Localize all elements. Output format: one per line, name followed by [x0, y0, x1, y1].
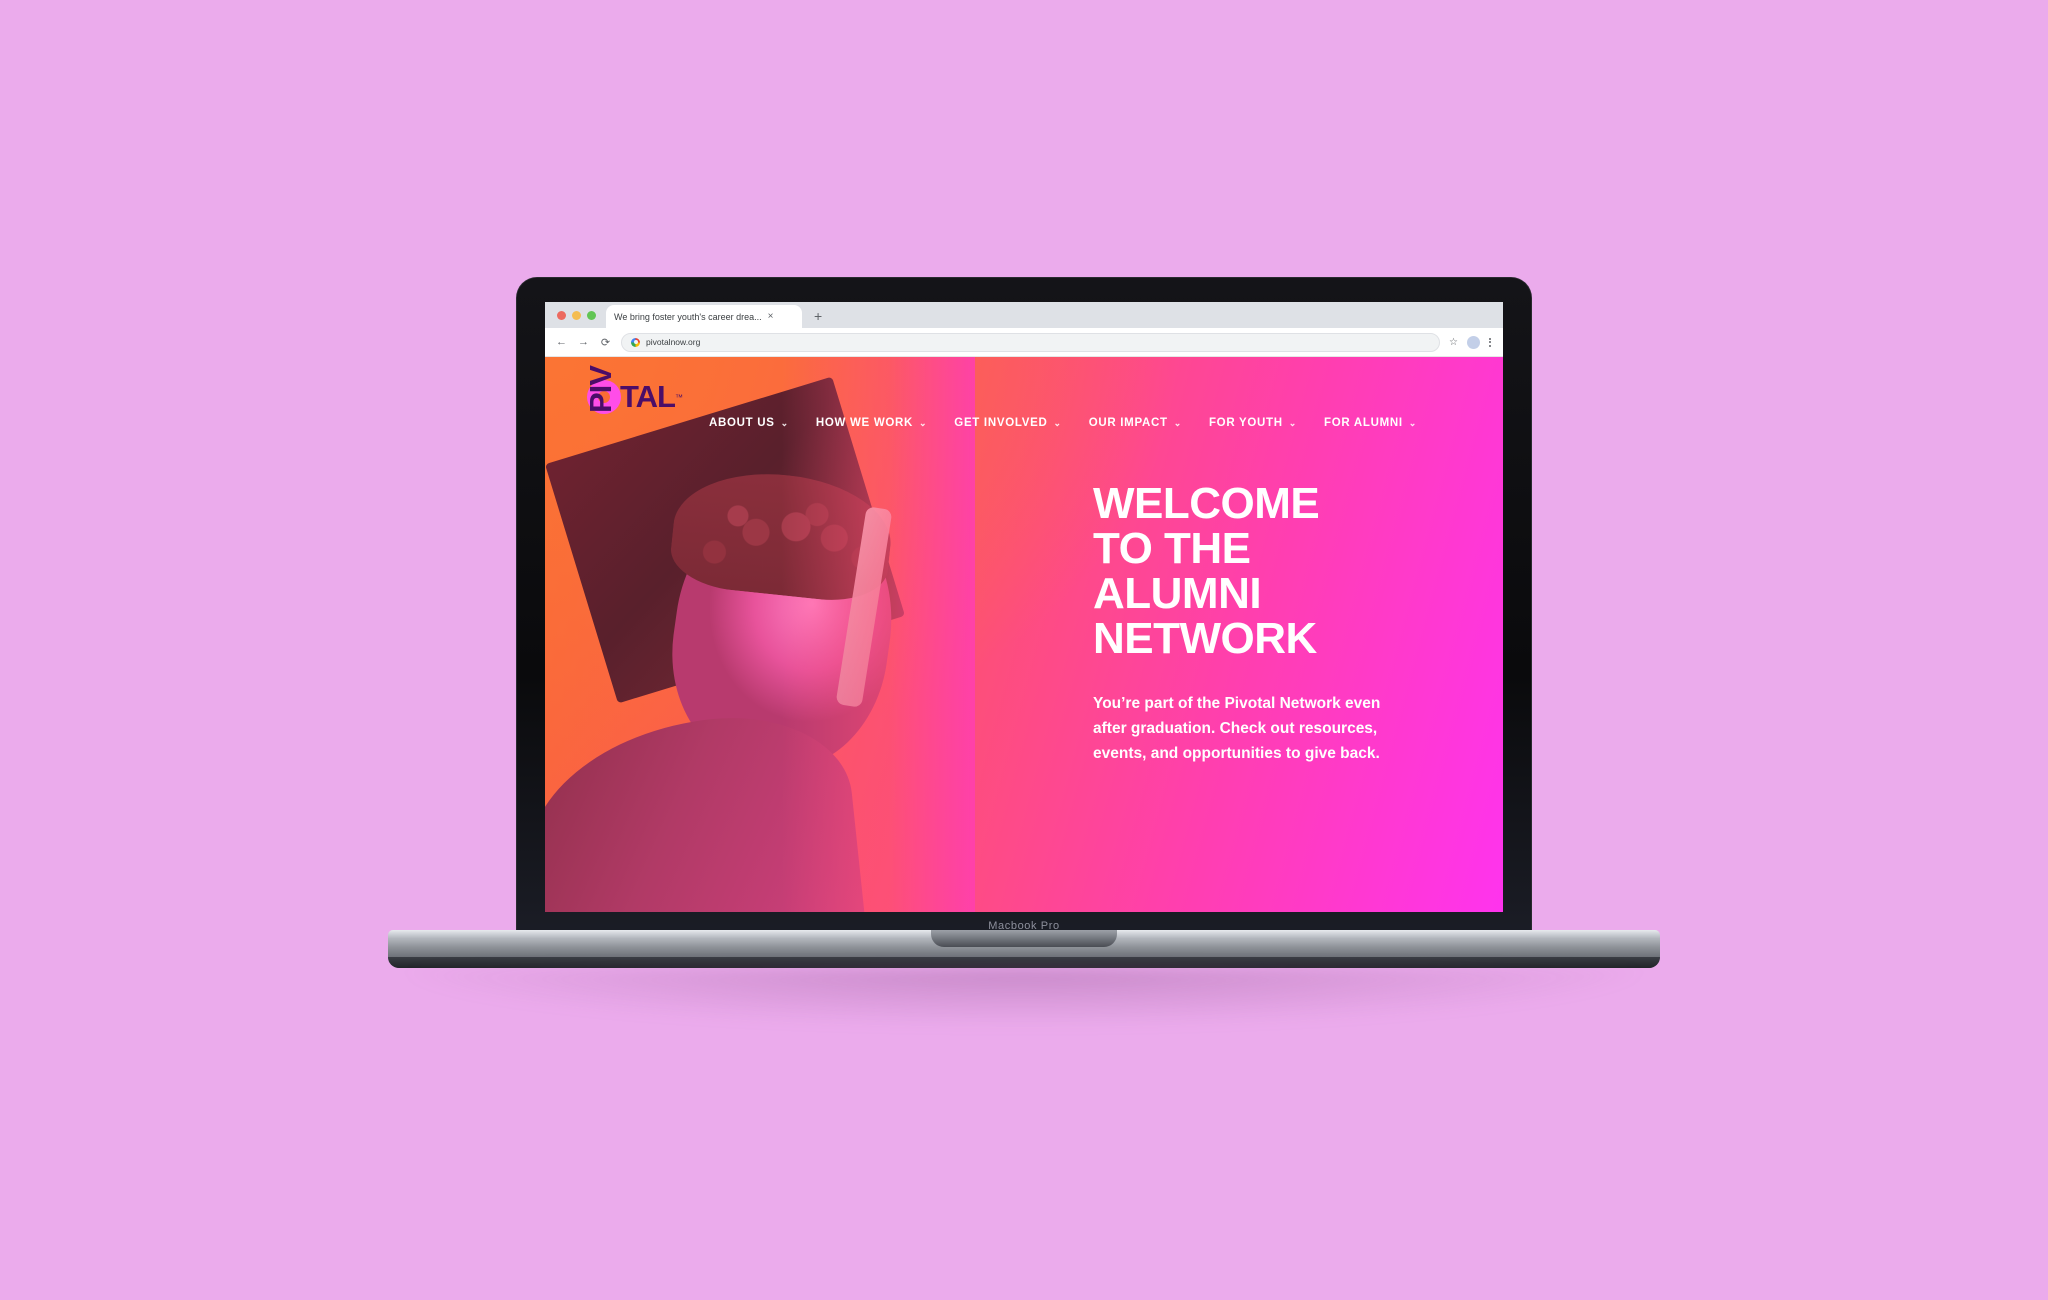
chevron-down-icon: ⌄	[919, 417, 928, 428]
nav-item-get-involved[interactable]: GET INVOLVED ⌄	[954, 417, 1061, 429]
window-controls	[553, 302, 606, 328]
back-icon[interactable]: ←	[555, 336, 568, 348]
headline-line-4: NETWORK	[1093, 614, 1317, 663]
headline-line-3: ALUMNI	[1093, 569, 1262, 618]
nav-menu: ABOUT US ⌄ HOW WE WORK ⌄ GET INVOLVED ⌄	[709, 413, 1417, 429]
browser-tab-bar: We bring foster youth's career drea... ×…	[545, 302, 1503, 328]
chevron-down-icon: ⌄	[1408, 417, 1418, 428]
laptop-shadow	[407, 968, 1641, 1026]
google-g-icon	[631, 337, 640, 347]
headline-line-1: WELCOME	[1093, 479, 1320, 528]
nav-label: OUR IMPACT	[1088, 417, 1168, 429]
laptop-mockup: We bring foster youth's career drea... ×…	[388, 278, 1660, 1026]
nav-label: GET INVOLVED	[954, 417, 1048, 429]
nav-label: HOW WE WORK	[815, 417, 914, 429]
close-window-button[interactable]	[557, 310, 566, 320]
hero-headline: WELCOME TO THE ALUMNI NETWORK	[1093, 481, 1433, 661]
nav-item-about-us[interactable]: ABOUT US ⌄	[709, 417, 789, 429]
reload-icon[interactable]: ⟳	[599, 336, 612, 349]
logo-piv-text: PIV	[583, 366, 618, 413]
hero-copy: WELCOME TO THE ALUMNI NETWORK You’re par…	[1093, 481, 1433, 766]
logo-trademark: ™	[674, 392, 683, 402]
chevron-down-icon: ⌄	[780, 417, 789, 428]
browser-tab[interactable]: We bring foster youth's career drea... ×	[606, 305, 802, 328]
laptop-lid: We bring foster youth's career drea... ×…	[517, 278, 1531, 938]
site-navigation: TAL ™ PIV ABOUT US ⌄ HOW WE WORK ⌄ GET I…	[545, 357, 1503, 463]
nav-item-how-we-work[interactable]: HOW WE WORK ⌄	[816, 417, 927, 429]
nav-item-our-impact[interactable]: OUR IMPACT ⌄	[1089, 417, 1182, 429]
chevron-down-icon: ⌄	[1053, 417, 1062, 428]
tab-title: We bring foster youth's career drea...	[614, 311, 762, 322]
nav-item-for-youth[interactable]: FOR YOUTH ⌄	[1209, 417, 1297, 429]
nav-label: ABOUT US	[709, 417, 775, 429]
close-tab-icon[interactable]: ×	[768, 311, 774, 322]
nav-item-for-alumni[interactable]: FOR ALUMNI ⌄	[1324, 417, 1417, 429]
chevron-down-icon: ⌄	[1288, 417, 1298, 428]
url-text: pivotalnow.org	[646, 337, 701, 347]
website-hero: TAL ™ PIV ABOUT US ⌄ HOW WE WORK ⌄ GET I…	[545, 357, 1503, 912]
chevron-down-icon: ⌄	[1173, 417, 1182, 428]
logo-tal-text: TAL	[620, 379, 676, 414]
laptop-screen: We bring foster youth's career drea... ×…	[545, 302, 1503, 912]
browser-toolbar: ← → ⟳ pivotalnow.org ☆	[545, 328, 1503, 357]
hero-body-text: You’re part of the Pivotal Network even …	[1093, 695, 1381, 762]
address-bar[interactable]: pivotalnow.org	[621, 332, 1441, 352]
maximize-window-button[interactable]	[587, 310, 596, 320]
pivotal-logo[interactable]: TAL ™ PIV	[583, 366, 683, 463]
avatar[interactable]	[1467, 335, 1480, 349]
bookmark-star-icon[interactable]: ☆	[1449, 337, 1458, 348]
new-tab-button[interactable]: +	[814, 308, 822, 324]
forward-icon[interactable]: →	[577, 336, 590, 348]
three-dot-menu-icon[interactable]	[1489, 336, 1493, 348]
nav-label: FOR ALUMNI	[1324, 417, 1403, 429]
base-notch	[931, 930, 1117, 947]
nav-label: FOR YOUTH	[1208, 417, 1283, 429]
minimize-window-button[interactable]	[572, 310, 581, 320]
laptop-base	[388, 930, 1660, 968]
headline-line-2: TO THE	[1093, 524, 1251, 573]
base-underside	[388, 957, 1660, 968]
